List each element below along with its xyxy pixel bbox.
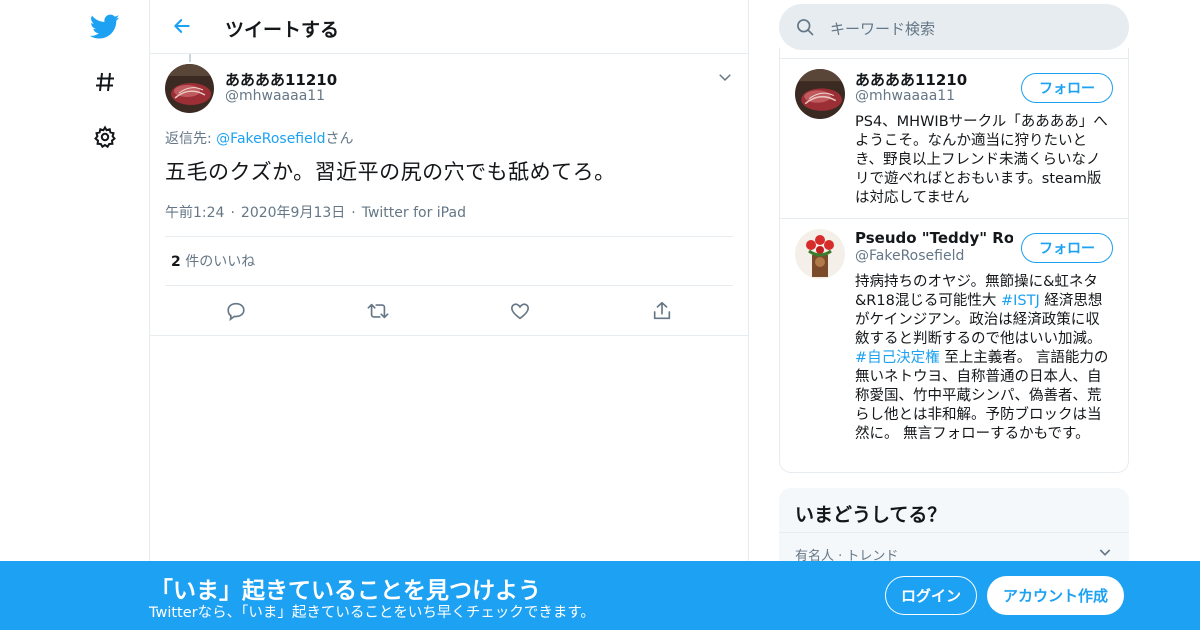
user-bio: 持病持ちのオヤジ。無節操に&虹ネタ&R18混じる可能性大 #ISTJ 経済思想が… (855, 273, 1113, 444)
meta-separator: · (351, 205, 356, 221)
twitter-bird-icon[interactable] (90, 12, 120, 42)
main-column: ツイートする ああああ11210 @mhwaaaa11 返信先: @FakeRo… (149, 0, 749, 630)
search-icon (795, 17, 815, 37)
banner-title: 「いま」起きていることを見つけよう (150, 578, 541, 604)
back-arrow-icon[interactable] (168, 12, 196, 40)
user-handle[interactable]: @mhwaaaa11 (855, 88, 955, 104)
likes-count: 2 (171, 254, 181, 270)
chevron-down-icon[interactable] (716, 68, 734, 86)
reply-suffix: さん (325, 131, 354, 147)
tweet-stats[interactable]: 2 件のいいね (165, 236, 733, 286)
signup-button[interactable]: アカウント作成 (987, 576, 1124, 615)
tweet-detail: ああああ11210 @mhwaaaa11 返信先: @FakeRosefield… (150, 54, 748, 336)
user-name[interactable]: Pseudo "Teddy" Rose... (855, 229, 1013, 247)
heart-icon[interactable] (509, 300, 531, 322)
thread-connector (189, 54, 191, 62)
reply-icon[interactable] (225, 300, 247, 322)
avatar[interactable] (165, 64, 214, 113)
author-handle[interactable]: @mhwaaaa11 (225, 88, 325, 104)
divider (780, 218, 1128, 219)
left-nav (0, 0, 150, 630)
user-handle[interactable]: @FakeRosefield (855, 248, 964, 264)
meta-separator: · (230, 205, 235, 221)
share-icon[interactable] (651, 300, 673, 322)
gear-icon[interactable] (90, 122, 120, 152)
tweet-meta: 午前1:24 · 2020年9月13日 · Twitter for iPad (165, 202, 466, 222)
search-input[interactable]: キーワード検索 (830, 18, 935, 39)
reply-context: 返信先: @FakeRosefieldさん (165, 128, 354, 148)
related-users-card: ああああ11210 @mhwaaaa11 フォロー PS4、MHWIBサークル「… (779, 48, 1129, 473)
divider (780, 58, 1128, 59)
banner-subtitle: Twitterなら、「いま」起きていることをいち早くチェックできます。 (149, 605, 595, 621)
search-box[interactable]: キーワード検索 (779, 4, 1129, 50)
retweet-icon[interactable] (366, 300, 389, 322)
follow-button[interactable]: フォロー (1021, 233, 1113, 263)
avatar[interactable] (795, 69, 845, 119)
tweet-source: Twitter for iPad (361, 205, 466, 221)
chevron-down-icon[interactable] (1097, 544, 1113, 560)
tweet-text: 五毛のクズか。習近平の尻の穴でも舐めてろ。 (165, 160, 616, 184)
author-name[interactable]: ああああ11210 (225, 69, 337, 90)
signup-banner: 「いま」起きていることを見つけよう Twitterなら、「いま」起きていることを… (0, 561, 1200, 630)
user-name[interactable]: ああああ11210 (855, 69, 1013, 90)
user-bio: PS4、MHWIBサークル「ああああ」へようこそ。なんか適当に狩りたいとき、野良… (855, 114, 1108, 206)
avatar[interactable] (795, 229, 845, 279)
tweet-date[interactable]: 2020年9月13日 (241, 205, 345, 221)
divider (779, 532, 1129, 533)
likes-label: 件のいいね (180, 254, 256, 270)
page-title: ツイートする (225, 19, 340, 41)
tweet-time[interactable]: 午前1:24 (165, 205, 224, 221)
trends-title: いまどうしてる？ (795, 504, 947, 526)
reply-prefix: 返信先: (165, 131, 217, 147)
reply-handle-link[interactable]: @FakeRosefield (216, 131, 325, 147)
hashtag-icon[interactable] (90, 67, 120, 97)
login-button[interactable]: ログイン (885, 576, 977, 615)
follow-button[interactable]: フォロー (1021, 73, 1113, 103)
main-header: ツイートする (150, 0, 748, 54)
hashtag-link[interactable]: #ISTJ (1001, 293, 1040, 309)
hashtag-link[interactable]: #自己決定権 (855, 350, 940, 366)
tweet-actions (165, 296, 733, 326)
